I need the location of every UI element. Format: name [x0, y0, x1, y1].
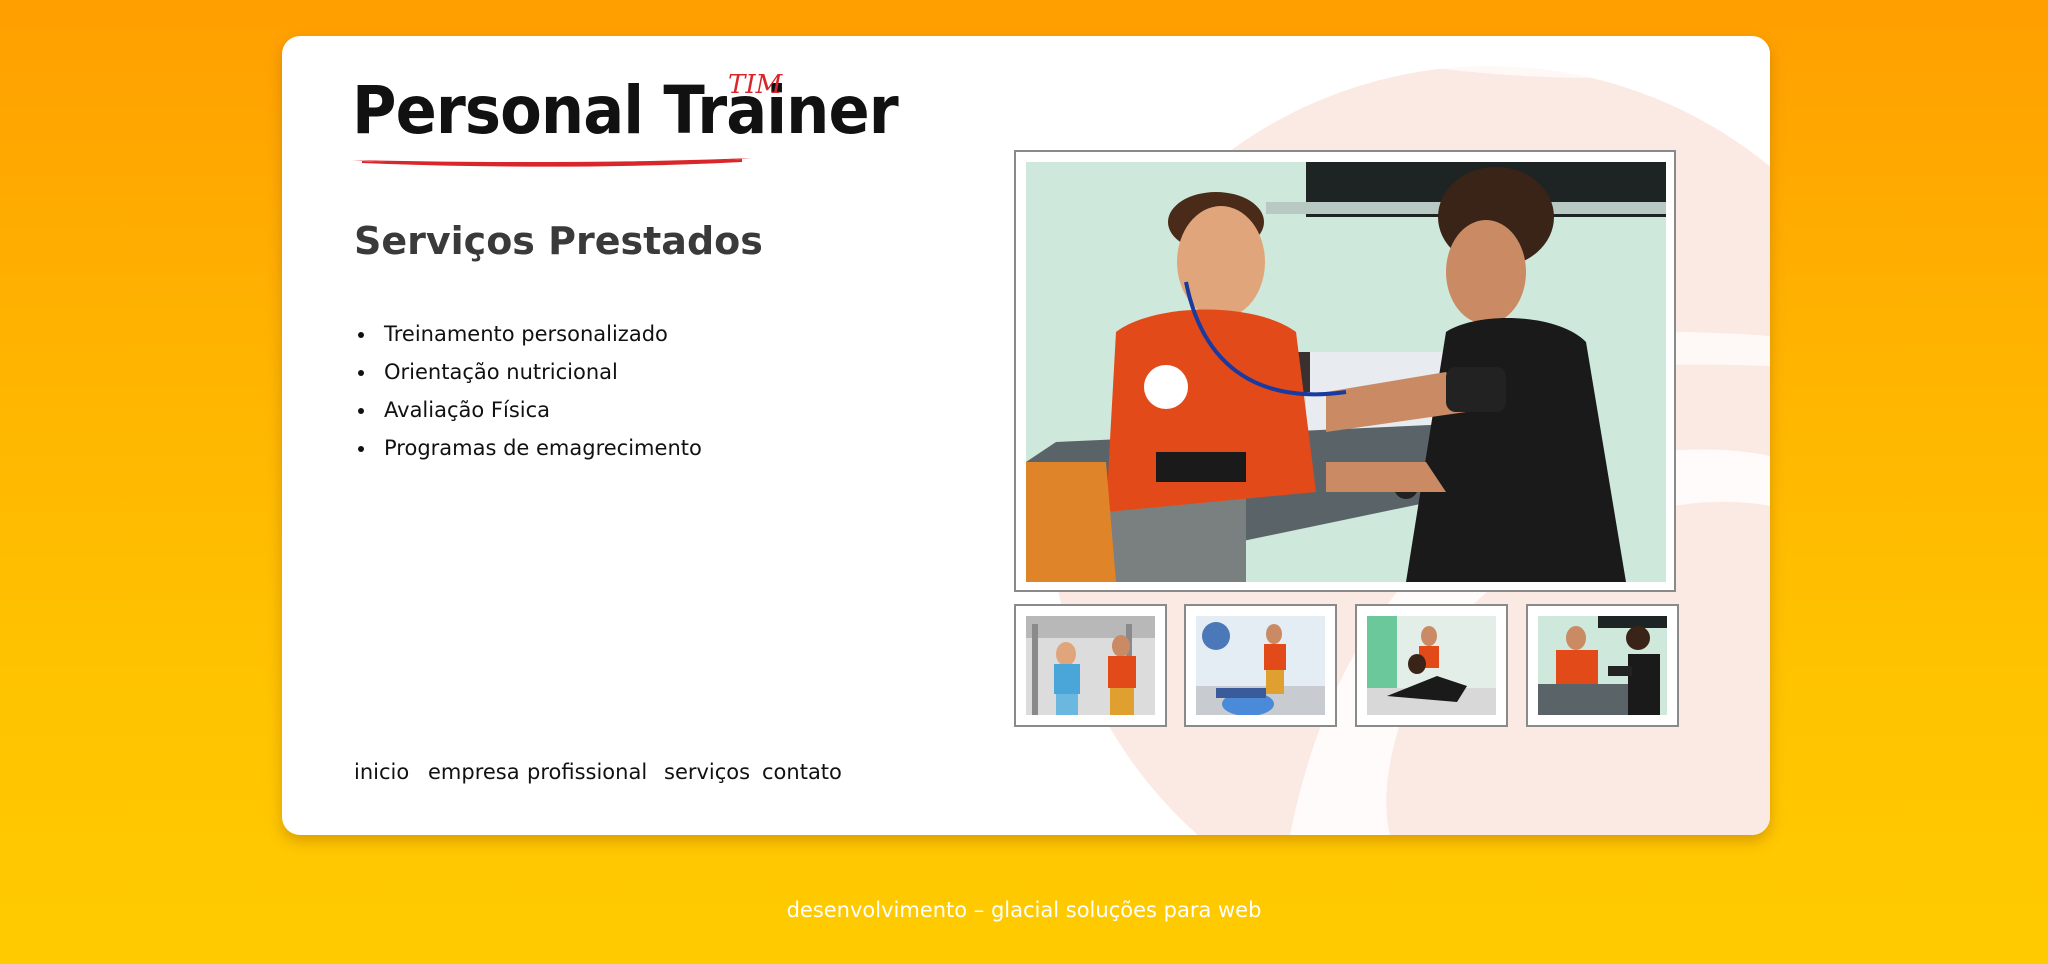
footer-credit[interactable]: desenvolvimento – glacial soluções para …: [0, 898, 2048, 922]
service-item: Programas de emagrecimento: [354, 432, 702, 470]
service-item: Avaliação Física: [354, 394, 702, 432]
logo-tag: TIM: [728, 70, 783, 100]
services-list: Treinamento personalizado Orientação nut…: [354, 318, 702, 470]
thumbnail-image: [1026, 616, 1155, 715]
nav-link-servicos[interactable]: serviços: [664, 760, 750, 784]
main-photo-frame: [1014, 150, 1676, 592]
nav-link-empresa[interactable]: empresa: [428, 760, 520, 784]
service-item: Treinamento personalizado: [354, 318, 702, 356]
logo[interactable]: Personal Trainer TIM: [352, 70, 899, 172]
service-item: Orientação nutricional: [354, 356, 702, 394]
thumbnail-image: [1367, 616, 1496, 715]
thumbnail-2[interactable]: [1184, 604, 1337, 727]
thumbnail-3[interactable]: [1355, 604, 1508, 727]
page-title: Serviços Prestados: [354, 219, 763, 263]
main-photo: [1026, 162, 1666, 582]
logo-brand: Personal Trainer: [352, 72, 899, 149]
nav-link-profissional[interactable]: profissional: [527, 760, 647, 784]
thumbnail-image: [1538, 616, 1667, 715]
logo-swoosh: [352, 158, 752, 167]
thumbnail-image: [1196, 616, 1325, 715]
nav-link-contato[interactable]: contato: [762, 760, 842, 784]
thumbnail-4[interactable]: [1526, 604, 1679, 727]
content-card: Personal Trainer TIM Serviços Prestados …: [282, 36, 1770, 835]
thumbnail-1[interactable]: [1014, 604, 1167, 727]
nav-link-inicio[interactable]: inicio: [354, 760, 409, 784]
